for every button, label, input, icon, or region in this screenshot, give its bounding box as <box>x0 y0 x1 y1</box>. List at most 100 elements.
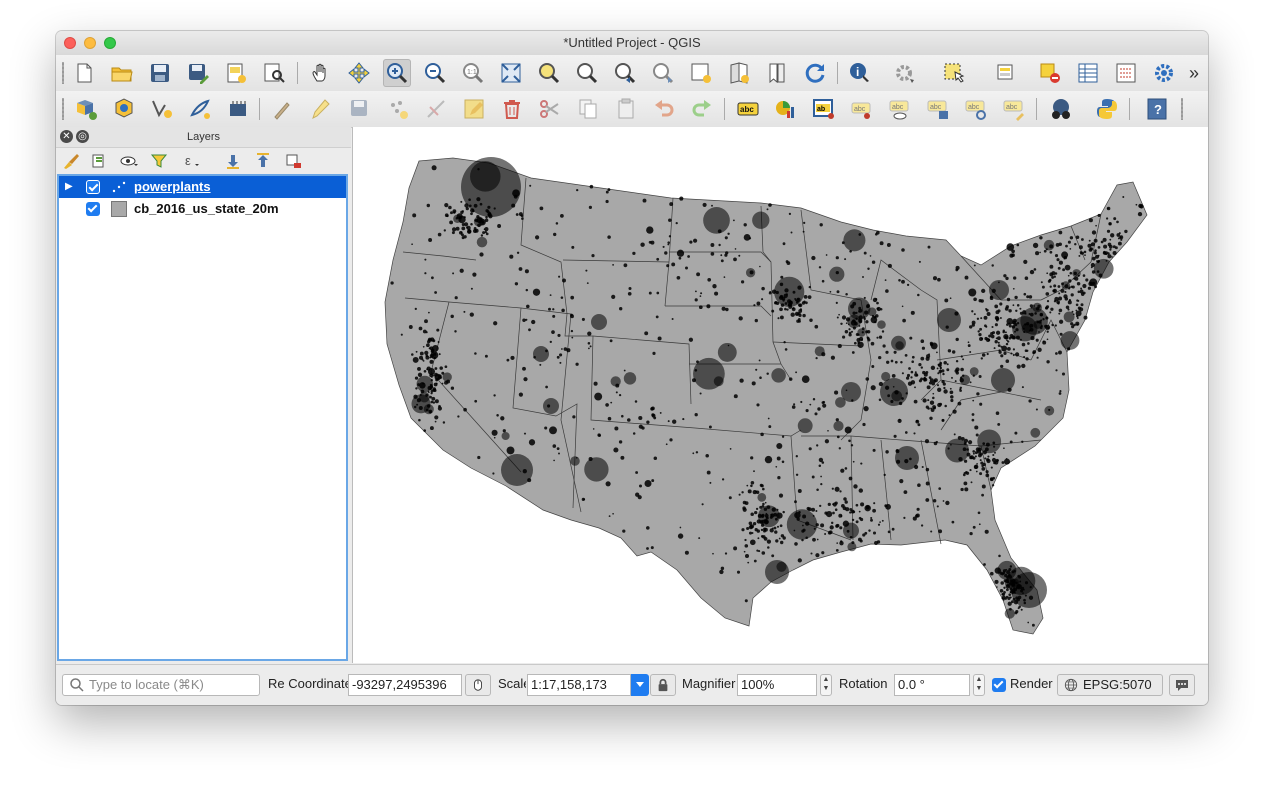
magnifier-stepper[interactable]: ▲ ▼ <box>820 674 832 696</box>
more-tools-chevron-icon[interactable]: » <box>1184 59 1204 87</box>
select-by-value-icon[interactable] <box>992 59 1020 87</box>
filter-legend-funnel-icon[interactable] <box>148 151 170 171</box>
save-project-icon[interactable] <box>146 59 174 87</box>
rotation-field[interactable]: 0.0 ° <box>894 674 970 696</box>
zoom-last-icon[interactable] <box>611 59 639 87</box>
window-zoom-button[interactable] <box>104 37 116 49</box>
scale-field[interactable]: 1:17,158,173 <box>527 674 631 696</box>
pan-hand-icon[interactable] <box>307 59 335 87</box>
lock-scale-button[interactable] <box>650 674 676 696</box>
paste-features-icon[interactable] <box>612 95 640 123</box>
show-hide-labels-icon[interactable]: abc <box>886 95 914 123</box>
copy-features-icon[interactable] <box>574 95 602 123</box>
powerplant-point <box>592 428 595 430</box>
toolbar-grip[interactable] <box>62 62 64 84</box>
select-features-icon[interactable] <box>940 59 968 87</box>
zoom-out-icon[interactable] <box>421 59 449 87</box>
statistical-summary-icon[interactable] <box>1112 59 1140 87</box>
expand-arrow-icon[interactable]: ▶ <box>65 180 77 194</box>
vertex-tool-icon[interactable] <box>422 95 450 123</box>
layer-row-powerplants[interactable]: ▶ powerplants <box>59 176 346 198</box>
window-close-button[interactable] <box>64 37 76 49</box>
add-feature-icon[interactable] <box>384 95 412 123</box>
new-3d-map-view-icon[interactable] <box>725 59 753 87</box>
layer-visibility-checkbox[interactable] <box>86 180 100 194</box>
map-canvas[interactable] <box>352 127 1208 663</box>
scale-dropdown-chevron-icon[interactable] <box>631 674 649 696</box>
gear-icon[interactable] <box>1150 59 1178 87</box>
undo-icon[interactable] <box>650 95 678 123</box>
zoom-next-icon[interactable] <box>649 59 677 87</box>
deselect-all-icon[interactable] <box>1036 59 1064 87</box>
cut-scissors-icon[interactable] <box>536 95 564 123</box>
style-manager-icon[interactable] <box>1047 95 1075 123</box>
highlight-pinned-labels-icon[interactable]: ab <box>810 95 838 123</box>
layer-labeling-icon[interactable]: abc <box>734 95 762 123</box>
rotate-label-icon[interactable]: abc <box>962 95 990 123</box>
powerplant-point <box>757 493 767 502</box>
delete-selected-trash-icon[interactable] <box>498 95 526 123</box>
zoom-native-icon[interactable]: 1:1 <box>459 59 487 87</box>
new-shapefile-layer-icon[interactable] <box>148 95 176 123</box>
identify-features-icon[interactable]: i <box>846 59 874 87</box>
save-edits-icon[interactable] <box>346 95 374 123</box>
expand-all-icon[interactable] <box>222 151 244 171</box>
crs-button[interactable]: EPSG:5070 <box>1057 674 1163 696</box>
coordinate-field[interactable]: -93297,2495396 <box>348 674 462 696</box>
bookmarks-icon[interactable] <box>763 59 791 87</box>
new-map-view-icon[interactable] <box>687 59 715 87</box>
gps-tools-icon[interactable] <box>224 95 252 123</box>
eye-icon[interactable] <box>118 151 140 171</box>
add-group-icon[interactable] <box>88 151 110 171</box>
current-edits-icon[interactable] <box>268 95 296 123</box>
magnifier-field[interactable]: 100% <box>737 674 817 696</box>
new-project-icon[interactable] <box>70 59 98 87</box>
extents-toggle-button[interactable] <box>465 674 491 696</box>
zoom-in-icon[interactable] <box>383 59 411 87</box>
zoom-full-icon[interactable] <box>497 59 525 87</box>
powerplant-point <box>1033 268 1037 271</box>
pan-to-selection-icon[interactable] <box>345 59 373 87</box>
zoom-to-selection-icon[interactable] <box>535 59 563 87</box>
move-label-icon[interactable]: abc <box>924 95 952 123</box>
run-feature-action-icon[interactable] <box>890 59 918 87</box>
powerplant-point <box>483 228 486 231</box>
toolbar-grip[interactable] <box>62 98 64 120</box>
redo-icon[interactable] <box>688 95 716 123</box>
filter-by-expression-icon[interactable]: ε <box>182 151 204 171</box>
new-geopackage-layer-icon[interactable] <box>110 95 138 123</box>
open-layer-styling-icon[interactable] <box>60 151 82 171</box>
attribute-table-icon[interactable] <box>1074 59 1102 87</box>
layer-diagram-icon[interactable] <box>772 95 800 123</box>
powerplant-point <box>969 455 974 460</box>
data-source-manager-icon[interactable] <box>72 95 100 123</box>
powerplant-point <box>978 332 982 337</box>
layout-manager-icon[interactable] <box>260 59 288 87</box>
layer-row-cb_2016_us_state_20m[interactable]: cb_2016_us_state_20m <box>59 198 346 220</box>
help-icon[interactable]: ? <box>1143 95 1171 123</box>
collapse-all-icon[interactable] <box>252 151 274 171</box>
rotation-stepper[interactable]: ▲ ▼ <box>973 674 985 696</box>
zoom-to-layer-icon[interactable] <box>573 59 601 87</box>
change-label-icon[interactable]: abc <box>1000 95 1028 123</box>
open-project-icon[interactable] <box>108 59 136 87</box>
new-print-layout-icon[interactable] <box>222 59 250 87</box>
window-minimize-button[interactable] <box>84 37 96 49</box>
layer-visibility-checkbox[interactable] <box>86 202 100 216</box>
refresh-icon[interactable] <box>801 59 829 87</box>
toggle-editing-pencil-icon[interactable] <box>306 95 334 123</box>
powerplant-point <box>720 259 724 263</box>
toolbar-grip[interactable] <box>1181 98 1183 120</box>
powerplant-point <box>644 479 652 488</box>
messages-button[interactable] <box>1169 674 1195 696</box>
locator-search-input[interactable]: Type to locate (⌘K) <box>62 674 260 696</box>
save-project-as-icon[interactable] <box>184 59 212 87</box>
modify-attributes-icon[interactable] <box>460 95 488 123</box>
pin-labels-icon[interactable]: abc <box>848 95 876 123</box>
render-checkbox[interactable] <box>992 678 1006 692</box>
remove-layer-icon[interactable] <box>282 151 304 171</box>
python-console-icon[interactable] <box>1093 95 1121 123</box>
powerplant-point <box>922 398 927 403</box>
virtual-layer-icon[interactable] <box>186 95 214 123</box>
powerplant-point <box>744 553 750 559</box>
